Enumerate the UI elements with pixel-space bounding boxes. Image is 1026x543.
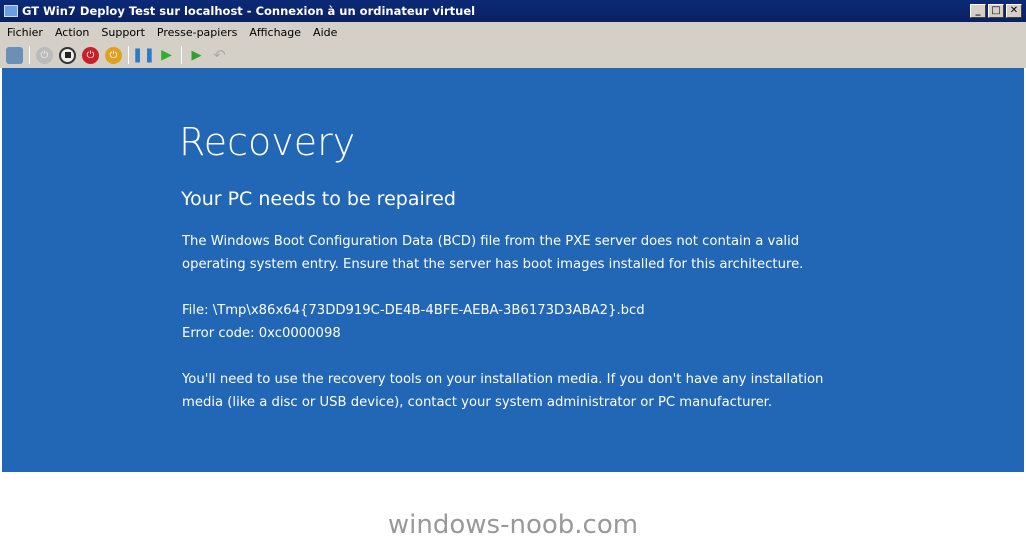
watermark: windows-noob.com [387,510,639,540]
reset-icon[interactable]: ▶ [158,47,175,64]
menu-support[interactable]: Support [101,26,144,39]
message-line: The Windows Boot Configuration Data (BCD… [182,234,800,249]
pause-icon[interactable]: ❚❚ [132,47,155,64]
vm-screen[interactable]: Recovery Your PC needs to be repaired Th… [2,68,1024,472]
menu-aide[interactable]: Aide [313,26,337,39]
window-title: GT Win7 Deploy Test sur localhost - Conn… [22,4,476,18]
maximize-button[interactable]: □ [988,4,1004,18]
save-icon[interactable]: ⏻ [105,46,122,64]
title-bar: GT Win7 Deploy Test sur localhost - Conn… [0,0,1026,22]
snapshot-icon[interactable]: ▶ [188,47,205,64]
separator [181,46,182,64]
recovery-title: Recovery [179,120,356,164]
shutdown-icon[interactable]: ⏻ [82,46,99,64]
ctrl-alt-del-icon[interactable] [6,46,23,64]
vm-connection-icon [4,5,18,17]
revert-icon[interactable]: ↶ [211,46,228,64]
turn-off-icon[interactable] [59,46,76,64]
separator [29,46,30,64]
minimize-button[interactable]: _ [970,4,986,18]
close-button[interactable]: ✕ [1006,4,1022,18]
menu-fichier[interactable]: Fichier [7,26,43,39]
message-line: You'll need to use the recovery tools on… [182,372,824,387]
message-line: operating system entry. Ensure that the … [182,257,804,272]
error-code: Error code: 0xc0000098 [182,326,341,341]
separator [128,46,129,64]
toolbar: ⏻ ⏻ ⏻ ❚❚ ▶ ▶ ↶ [0,42,1026,68]
recovery-subtitle: Your PC needs to be repaired [181,188,456,210]
menu-action[interactable]: Action [55,26,89,39]
menu-presse-papiers[interactable]: Presse-papiers [157,26,237,39]
menu-affichage[interactable]: Affichage [249,26,301,39]
file-path: File: \Tmp\x86x64{73DD919C-DE4B-4BFE-AEB… [182,303,645,318]
start-icon[interactable]: ⏻ [36,46,53,64]
message-line: media (like a disc or USB device), conta… [182,395,773,410]
menu-bar: Fichier Action Support Presse-papiers Af… [0,22,1026,42]
